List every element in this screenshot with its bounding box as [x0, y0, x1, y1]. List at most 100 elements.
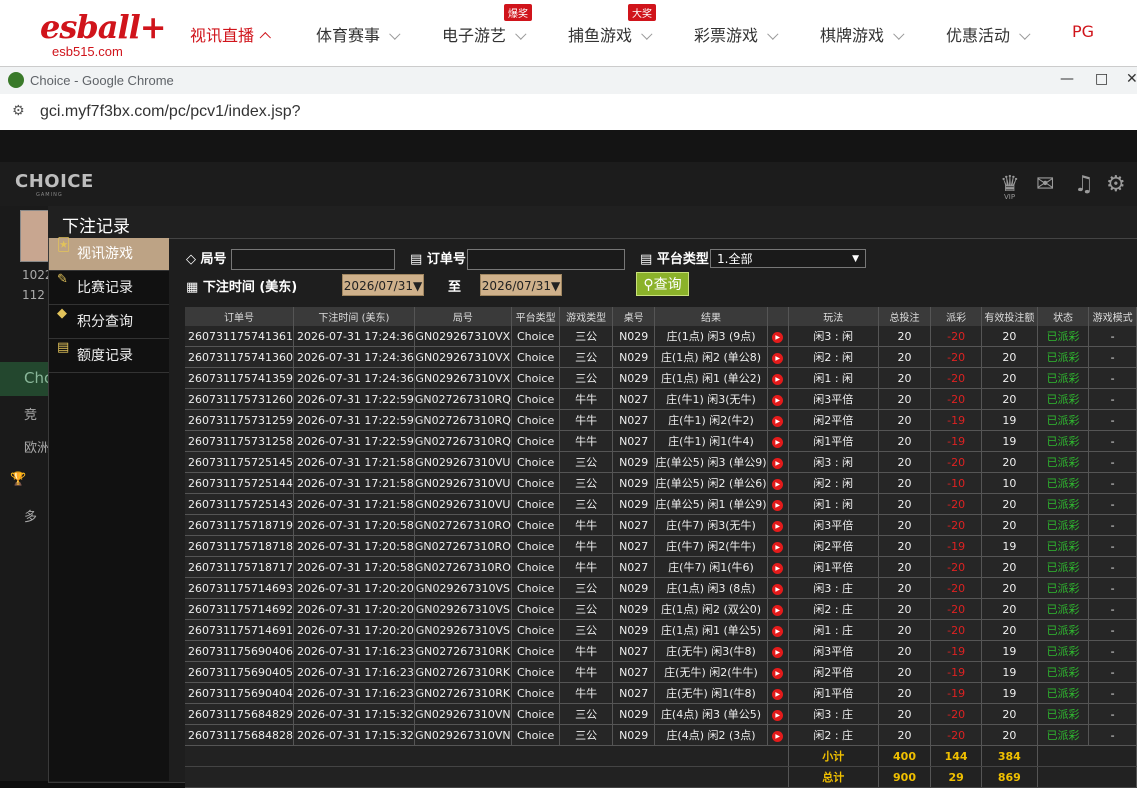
table-row: 260731175690406 2026-07-31 17:16:23 GN0272…: [185, 640, 1137, 662]
nav-badge-jackpot: 大奖: [628, 4, 656, 21]
cell-replay[interactable]: ▶: [767, 451, 789, 473]
cell-valid-bet: 20: [981, 619, 1038, 641]
cell-replay[interactable]: ▶: [767, 682, 789, 704]
play-replay-icon[interactable]: ▶: [772, 332, 784, 343]
address-bar[interactable]: ⚙ gci.myf7f3bx.com/pc/pcv1/index.jsp?: [0, 94, 1137, 131]
settings-gear-icon[interactable]: ⚙: [1106, 172, 1126, 197]
play-replay-icon[interactable]: ▶: [772, 416, 784, 427]
play-replay-icon[interactable]: ▶: [772, 458, 784, 469]
order-label-text: 订单号: [426, 252, 466, 267]
cell-table-no: N027: [612, 514, 656, 536]
menu-label: 视讯游戏: [77, 246, 133, 262]
site-settings-icon[interactable]: ⚙: [12, 103, 25, 119]
cell-round-no: GN029267310VS: [414, 619, 512, 641]
minimize-icon[interactable]: —: [1060, 71, 1074, 87]
cell-replay[interactable]: ▶: [767, 724, 789, 746]
nav-fishing[interactable]: 大奖 捕鱼游戏: [568, 4, 656, 46]
play-replay-icon[interactable]: ▶: [772, 563, 784, 574]
nav-lottery[interactable]: 彩票游戏: [694, 22, 779, 46]
col-bet-time: 下注时间 (美东): [293, 307, 415, 326]
round-input[interactable]: [231, 249, 395, 270]
cell-valid-bet: 20: [981, 493, 1038, 515]
table-row: 260731175690404 2026-07-31 17:16:23 GN0272…: [185, 682, 1137, 704]
play-replay-icon[interactable]: ▶: [772, 374, 784, 385]
cell-bet-type: 闲2 : 闲: [788, 472, 879, 494]
platform-select[interactable]: 1.全部 ▼: [710, 249, 866, 268]
menu-points-query[interactable]: ◆ 积分查询: [49, 306, 169, 339]
cell-status: 已派彩: [1037, 472, 1090, 494]
play-replay-icon[interactable]: ▶: [772, 689, 784, 700]
menu-label: 积分查询: [77, 314, 133, 330]
table-row: 260731175731259 2026-07-31 17:22:59 GN0272…: [185, 409, 1137, 431]
cell-replay[interactable]: ▶: [767, 367, 789, 389]
maximize-icon[interactable]: □: [1095, 71, 1108, 87]
table-row: 260731175714691 2026-07-31 17:20:20 GN0292…: [185, 619, 1137, 641]
query-button[interactable]: ⚲查询: [636, 272, 689, 296]
cell-bet-time: 2026-07-31 17:16:23: [293, 640, 415, 662]
nav-chess[interactable]: 棋牌游戏: [820, 22, 905, 46]
cell-replay[interactable]: ▶: [767, 326, 789, 347]
play-replay-icon[interactable]: ▶: [772, 437, 784, 448]
cell-replay[interactable]: ▶: [767, 493, 789, 515]
subtotal-row: 小计 400 144 384: [185, 745, 1137, 767]
order-input[interactable]: [467, 249, 625, 270]
search-icon: ⚲: [643, 277, 654, 293]
play-replay-icon[interactable]: ▶: [772, 395, 784, 406]
nav-pg[interactable]: PG: [1072, 22, 1094, 41]
cell-replay[interactable]: ▶: [767, 640, 789, 662]
cell-replay[interactable]: ▶: [767, 619, 789, 641]
play-replay-icon[interactable]: ▶: [772, 647, 784, 658]
cell-replay[interactable]: ▶: [767, 388, 789, 410]
cell-platform: Choice: [511, 493, 561, 515]
cell-bet-time: 2026-07-31 17:24:36: [293, 367, 415, 389]
cell-bet-time: 2026-07-31 17:20:58: [293, 535, 415, 557]
nav-live-video[interactable]: 视讯直播: [190, 22, 271, 46]
cell-game-type: 牛牛: [559, 535, 613, 557]
cell-payout: -20: [930, 346, 982, 368]
play-replay-icon[interactable]: ▶: [772, 521, 784, 532]
play-replay-icon[interactable]: ▶: [772, 479, 784, 490]
chrome-title-bar: Choice - Google Chrome — □ ✕: [0, 66, 1137, 95]
menu-match-records[interactable]: ✎ 比赛记录: [49, 272, 169, 305]
cell-replay[interactable]: ▶: [767, 556, 789, 578]
play-replay-icon[interactable]: ▶: [772, 626, 784, 637]
cell-round-no: GN029267310VS: [414, 598, 512, 620]
date-from-picker[interactable]: 2026/07/31▼: [342, 274, 424, 296]
cell-replay[interactable]: ▶: [767, 514, 789, 536]
nav-sports[interactable]: 体育赛事: [316, 22, 401, 46]
menu-credit-records[interactable]: ▤ 额度记录: [49, 340, 169, 373]
date-to-picker[interactable]: 2026/07/31▼: [480, 274, 562, 296]
cell-game-mode: -: [1088, 703, 1137, 725]
menu-live-games[interactable]: 🃏 视讯游戏: [49, 238, 169, 271]
cell-payout: -19: [930, 409, 982, 431]
cell-game-mode: -: [1088, 535, 1137, 557]
play-replay-icon[interactable]: ▶: [772, 353, 784, 364]
cell-replay[interactable]: ▶: [767, 409, 789, 431]
bg-menu-3: 多: [24, 510, 38, 525]
chat-icon[interactable]: ✉: [1036, 172, 1054, 197]
play-replay-icon[interactable]: ▶: [772, 605, 784, 616]
play-replay-icon[interactable]: ▶: [772, 710, 784, 721]
cell-bet-time: 2026-07-31 17:20:58: [293, 556, 415, 578]
cell-replay[interactable]: ▶: [767, 577, 789, 599]
play-replay-icon[interactable]: ▶: [772, 542, 784, 553]
play-replay-icon[interactable]: ▶: [772, 584, 784, 595]
site-logo[interactable]: esball+ esb515.com: [40, 8, 167, 59]
play-replay-icon[interactable]: ▶: [772, 731, 784, 742]
nav-slots[interactable]: 爆奖 电子游艺: [442, 4, 532, 46]
cell-replay[interactable]: ▶: [767, 346, 789, 368]
nav-promotions[interactable]: 优惠活动: [946, 22, 1031, 46]
cell-replay[interactable]: ▶: [767, 703, 789, 725]
cell-replay[interactable]: ▶: [767, 535, 789, 557]
play-replay-icon[interactable]: ▶: [772, 668, 784, 679]
cell-replay[interactable]: ▶: [767, 430, 789, 452]
cell-game-type: 三公: [559, 598, 613, 620]
cell-replay[interactable]: ▶: [767, 598, 789, 620]
col-platform: 平台类型: [511, 307, 561, 326]
close-icon[interactable]: ✕: [1126, 71, 1137, 87]
play-replay-icon[interactable]: ▶: [772, 500, 784, 511]
cell-bet-time: 2026-07-31 17:22:59: [293, 409, 415, 431]
cell-replay[interactable]: ▶: [767, 472, 789, 494]
cell-replay[interactable]: ▶: [767, 661, 789, 683]
music-icon[interactable]: ♫: [1074, 172, 1094, 197]
